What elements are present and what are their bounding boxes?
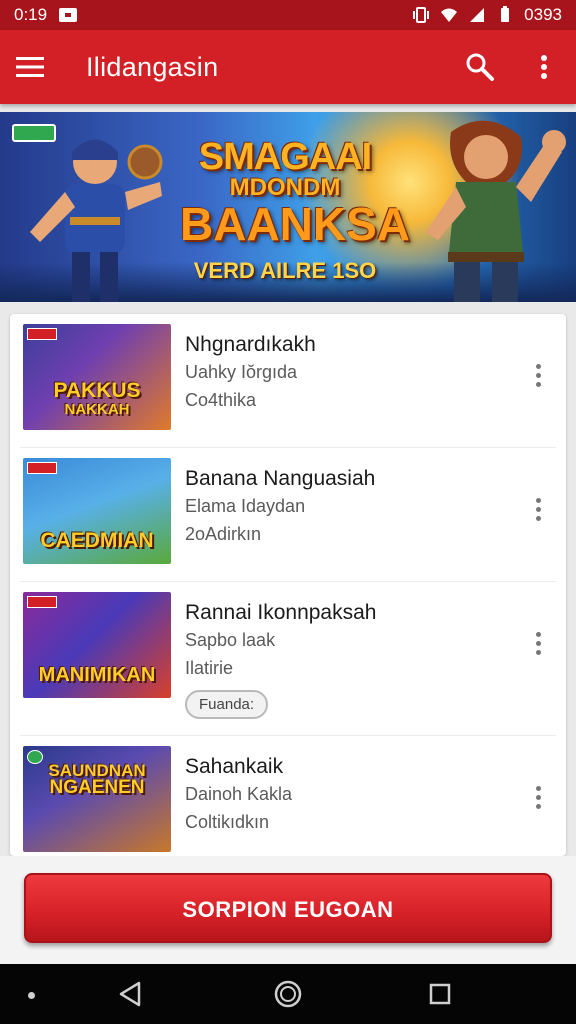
item-meta: Coltikıdkın <box>185 812 270 832</box>
banner-title-line1: SMAGAAI <box>198 136 372 178</box>
item-subtitle: Sapbo laak <box>185 630 276 650</box>
thumbnail-badge <box>27 462 57 474</box>
promo-banner[interactable]: SMAGAAI MDONDM BAANKSA VERD AILRE 1SO <box>0 112 576 302</box>
status-icons: 0393 <box>412 5 562 25</box>
signal-icon <box>470 8 485 22</box>
thumbnail-title: SAUNDNAN NGAENEN <box>48 761 146 798</box>
hero-fighter-illustration <box>426 120 566 302</box>
app-bar: Ilidangasin <box>0 30 576 104</box>
game-thumbnail: PAKKUS NAKKAH <box>23 324 171 430</box>
hamburger-menu-icon <box>16 57 44 77</box>
app-title: Ilidangasin <box>86 51 219 82</box>
item-title: Nhgnardıkakh <box>185 333 316 356</box>
item-meta: Ilatirie <box>185 658 234 678</box>
recents-square-icon <box>429 983 451 1005</box>
game-thumbnail: SAUNDNAN NGAENEN <box>23 746 171 852</box>
system-nav-bar <box>0 964 576 1024</box>
more-vert-icon[interactable] <box>526 782 550 812</box>
item-subtitle: Dainoh Kakla <box>185 784 293 804</box>
thumbnail-title: PAKKUS NAKKAH <box>53 379 141 418</box>
banner-title-line3: BAANKSA <box>180 198 410 250</box>
banner-subtitle: VERD AILRE 1SO <box>193 258 377 283</box>
primary-action-button[interactable]: SORPION EUGOAN <box>24 873 552 943</box>
back-button[interactable] <box>114 978 146 1010</box>
list-item[interactable]: SAUNDNAN NGAENEN Sahankaik Dainoh Kakla C… <box>20 736 556 856</box>
game-list: PAKKUS NAKKAH Nhgnardıkakh Uahky Iŏrgıda … <box>10 314 566 856</box>
item-meta: Co4thika <box>185 390 257 410</box>
vibrate-icon <box>413 7 430 23</box>
banner-title: SMAGAAI MDONDM BAANKSA VERD AILRE 1SO <box>180 136 410 284</box>
item-chip[interactable]: Fuanda: <box>185 690 269 719</box>
battery-text: 0393 <box>524 5 562 24</box>
game-thumbnail: CAEDMIAN <box>23 458 171 564</box>
bottom-action-area: SORPION EUGOAN <box>0 856 576 964</box>
recents-button[interactable] <box>424 978 456 1010</box>
item-subtitle: Elama Idaydan <box>185 496 306 516</box>
more-vert-icon <box>541 55 547 79</box>
game-thumbnail: MANIMIKAN <box>23 592 171 698</box>
status-time: 0:19 <box>14 5 48 24</box>
menu-button[interactable] <box>0 30 60 104</box>
search-button[interactable] <box>448 30 512 104</box>
item-subtitle: Uahky Iŏrgıda <box>185 362 298 382</box>
item-title: Banana Nanguasiah <box>185 467 376 490</box>
search-icon <box>466 53 494 81</box>
home-button[interactable] <box>272 978 304 1010</box>
thumbnail-title: MANIMIKAN <box>38 664 156 686</box>
more-vert-icon[interactable] <box>526 360 550 390</box>
item-title: Rannai Ikonnpaksah <box>185 601 377 624</box>
home-circle-icon <box>274 980 302 1008</box>
list-item[interactable]: CAEDMIAN Banana Nanguasiah Elama Idaydan… <box>20 448 556 582</box>
thumbnail-badge <box>27 328 57 340</box>
status-bar: 0:19 0393 <box>0 0 576 30</box>
thumbnail-title: CAEDMIAN <box>40 529 154 552</box>
nav-indicator-dot <box>28 992 35 999</box>
list-item[interactable]: PAKKUS NAKKAH Nhgnardıkakh Uahky Iŏrgıda … <box>20 314 556 448</box>
more-vert-icon[interactable] <box>526 628 550 658</box>
item-title: Sahankaik <box>185 755 284 778</box>
back-triangle-icon <box>119 981 141 1007</box>
wifi-icon <box>441 8 458 22</box>
hero-warrior-illustration <box>30 139 163 302</box>
list-item[interactable]: MANIMIKAN Rannai Ikonnpaksah Sapbo laak … <box>20 582 556 736</box>
notification-icon <box>59 8 78 22</box>
banner-title-line2: MDONDM <box>229 174 341 201</box>
battery-icon <box>501 6 510 22</box>
more-vert-icon[interactable] <box>526 494 550 524</box>
overflow-menu-button[interactable] <box>512 30 576 104</box>
thumbnail-badge <box>27 596 57 608</box>
item-meta: 2oAdirkın <box>185 524 262 544</box>
